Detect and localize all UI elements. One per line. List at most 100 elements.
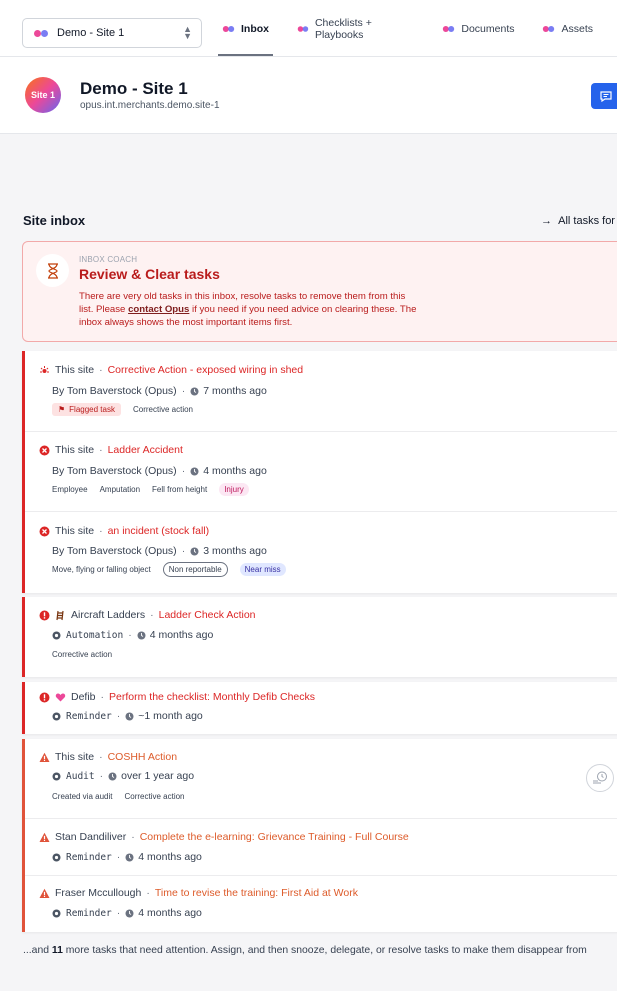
warning-triangle-icon (39, 752, 50, 762)
site-selector-label: Demo - Site 1 (57, 27, 125, 39)
task-group-incidents: This site · Corrective Action - exposed wi… (22, 351, 617, 593)
task-context: Fraser Mccullough (55, 887, 142, 899)
tag-created-via-audit: Created via audit (52, 792, 113, 801)
warning-triangle-icon (39, 832, 50, 842)
clock-icon (125, 909, 134, 917)
heart-icon (55, 693, 66, 701)
task-age: 4 months ago (203, 465, 267, 477)
inbox-title: Site inbox (23, 213, 86, 228)
ladder-icon (56, 610, 64, 620)
tag-employee: Employee (52, 485, 88, 494)
task-row[interactable]: This site · Corrective Action - exposed wi… (25, 351, 617, 432)
top-navigation-bar: Demo - Site 1 ▲ ▼ Inbox Checklists + Play… (0, 0, 617, 57)
tag-falling-object: Move, flying or falling object (52, 565, 151, 574)
reminder-icon (52, 909, 61, 917)
message-icon (600, 90, 612, 102)
site-identifier: opus.int.merchants.demo.site-1 (80, 100, 220, 111)
tag-flagged: ⚑ Flagged task (52, 403, 121, 416)
clock-icon (190, 387, 199, 395)
task-author: By Tom Baverstock (Opus) (52, 385, 177, 397)
task-row[interactable]: This site · an incident (stock fall) By To… (25, 512, 617, 593)
coach-text: There are very old tasks in this inbox, … (79, 290, 419, 329)
arrow-right-icon: → (541, 215, 559, 227)
site-logo-icon (34, 29, 48, 37)
hourglass-icon (47, 262, 58, 279)
task-group-defib: Defib · Perform the checklist: Monthly Def… (22, 682, 617, 734)
task-author: Reminder (66, 710, 112, 722)
tab-inbox[interactable]: Inbox (218, 0, 273, 57)
more-prefix: ...and (23, 945, 49, 956)
tab-label: Inbox (241, 22, 269, 35)
task-group-warnings: This site · COSHH Action Audit · over 1 year… (22, 739, 617, 932)
documents-icon (443, 25, 455, 32)
hourglass-icon-wrap (36, 254, 69, 287)
clock-icon (125, 712, 134, 720)
more-tasks-note: ...and 11 more tasks that need attention… (23, 945, 587, 956)
tag-amputation: Amputation (99, 485, 141, 494)
snooze-button[interactable] (586, 764, 614, 792)
reminder-icon (52, 712, 61, 720)
task-title-link[interactable]: Ladder Check Action (159, 609, 256, 621)
task-age: over 1 year ago (121, 770, 195, 782)
checklists-icon (297, 25, 309, 32)
more-suffix: more tasks that need attention. Assign, … (65, 945, 587, 956)
task-title-link[interactable]: Perform the checklist: Monthly Defib Che… (109, 691, 315, 703)
task-row[interactable]: Defib · Perform the checklist: Monthly Def… (25, 682, 617, 734)
task-title-link[interactable]: Complete the e-learning: Grievance Train… (140, 831, 409, 843)
reminder-icon (52, 853, 61, 861)
task-author: Reminder (66, 851, 112, 863)
task-age: 4 months ago (138, 851, 202, 863)
contact-opus-link[interactable]: contact Opus (128, 304, 189, 315)
task-context: This site (55, 751, 95, 763)
task-title-link[interactable]: an incident (stock fall) (108, 525, 210, 537)
task-row[interactable]: This site · Ladder Accident By Tom Baverst… (25, 432, 617, 512)
task-context: This site (55, 364, 95, 376)
task-age: 4 months ago (149, 629, 214, 641)
site-avatar: Site 1 (25, 77, 61, 113)
page-title: Demo - Site 1 (80, 79, 188, 98)
task-context: Stan Dandiliver (55, 831, 127, 843)
task-row[interactable]: Stan Dandiliver · Complete the e-learning:… (25, 819, 617, 876)
task-group-asset: Aircraft Ladders · Ladder Check Action Aut… (22, 597, 617, 677)
task-row[interactable]: Aircraft Ladders · Ladder Check Action Aut… (25, 597, 617, 677)
avatar-text: Site 1 (31, 90, 55, 100)
tab-label: Documents (461, 22, 515, 35)
task-row[interactable]: This site · COSHH Action Audit · over 1 year… (25, 739, 617, 819)
tag-corrective-action: Corrective action (124, 792, 185, 801)
clock-icon (190, 547, 199, 555)
coach-title: Review & Clear tasks (79, 266, 220, 282)
tab-checklists-playbooks[interactable]: Checklists + Playbooks (293, 0, 418, 57)
task-author: By Tom Baverstock (Opus) (52, 465, 177, 477)
tag-near-miss: Near miss (239, 563, 286, 576)
tab-assets[interactable]: Assets (538, 0, 597, 57)
clock-snooze-icon (593, 771, 607, 784)
task-title-link[interactable]: COSHH Action (108, 751, 177, 763)
error-circle-icon (39, 445, 50, 455)
site-selector[interactable]: Demo - Site 1 ▲ ▼ (22, 18, 202, 48)
task-context: Defib (71, 691, 96, 703)
task-title-link[interactable]: Corrective Action - exposed wiring in sh… (108, 364, 304, 376)
tag-non-reportable: Non reportable (162, 562, 228, 577)
tag-label: Flagged task (69, 405, 115, 414)
audit-icon (52, 772, 61, 780)
task-context: Aircraft Ladders (71, 609, 146, 621)
task-title-link[interactable]: Time to revise the training: First Aid a… (155, 887, 358, 899)
task-age: 3 months ago (203, 545, 267, 557)
tab-label: Assets (561, 22, 593, 35)
hazard-icon (40, 365, 49, 373)
task-author: By Tom Baverstock (Opus) (52, 545, 177, 557)
alert-circle-icon (39, 692, 50, 702)
all-tasks-label: All tasks for (558, 215, 615, 227)
assets-icon (543, 25, 555, 32)
message-button[interactable] (591, 83, 617, 109)
tag-injury: Injury (219, 483, 249, 496)
task-context: This site (55, 525, 95, 537)
task-row[interactable]: Fraser Mccullough · Time to revise the tra… (25, 876, 617, 932)
task-age: 7 months ago (203, 385, 267, 397)
all-tasks-link[interactable]: → All tasks for (541, 215, 615, 227)
tag-corrective-action: Corrective action (132, 405, 194, 414)
chevron-updown-icon: ▲ ▼ (183, 24, 192, 41)
tab-documents[interactable]: Documents (438, 0, 518, 57)
automation-icon (52, 631, 61, 639)
task-title-link[interactable]: Ladder Accident (108, 444, 183, 456)
